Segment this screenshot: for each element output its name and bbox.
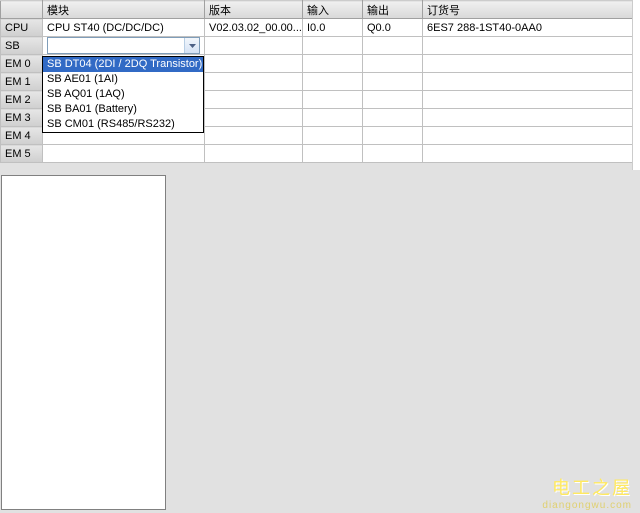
cell-input[interactable] (303, 55, 363, 73)
dropdown-option[interactable]: SB CM01 (RS485/RS232) (43, 117, 203, 132)
cell-input[interactable] (303, 73, 363, 91)
cell-input[interactable] (303, 91, 363, 109)
module-combobox[interactable] (47, 37, 200, 54)
row-header[interactable]: EM 2 (1, 91, 43, 109)
cell-version[interactable] (205, 37, 303, 55)
table-row[interactable]: CPUCPU ST40 (DC/DC/DC)V02.03.02_00.00...… (1, 19, 640, 37)
cell-version[interactable] (205, 109, 303, 127)
property-panel[interactable] (1, 175, 166, 510)
table-row[interactable]: EM 5 (1, 145, 640, 163)
row-header[interactable]: EM 1 (1, 73, 43, 91)
cell-output[interactable] (363, 145, 423, 163)
col-order[interactable]: 订货号 (423, 1, 640, 19)
cell-order[interactable]: 6ES7 288-1ST40-0AA0 (423, 19, 640, 37)
cell-input[interactable] (303, 127, 363, 145)
cell-input[interactable] (303, 145, 363, 163)
row-header[interactable]: EM 3 (1, 109, 43, 127)
cell-input[interactable] (303, 109, 363, 127)
cell-input[interactable]: I0.0 (303, 19, 363, 37)
cell-order[interactable] (423, 55, 640, 73)
col-output[interactable]: 输出 (363, 1, 423, 19)
cell-order[interactable] (423, 37, 640, 55)
module-dropdown-list[interactable]: SB DT04 (2DI / 2DQ Transistor)SB AE01 (1… (42, 56, 204, 133)
cell-order[interactable] (423, 91, 640, 109)
col-module[interactable]: 模块 (43, 1, 205, 19)
cell-version[interactable] (205, 91, 303, 109)
cell-version[interactable] (205, 73, 303, 91)
module-dropdown-cell[interactable] (43, 37, 205, 55)
col-input[interactable]: 输入 (303, 1, 363, 19)
row-header[interactable]: SB (1, 37, 43, 55)
chevron-down-icon[interactable] (184, 38, 199, 53)
table-row[interactable]: SB (1, 37, 640, 55)
dropdown-option[interactable]: SB DT04 (2DI / 2DQ Transistor) (43, 57, 203, 72)
col-version[interactable]: 版本 (205, 1, 303, 19)
cell-output[interactable] (363, 127, 423, 145)
cell-output[interactable] (363, 37, 423, 55)
cell-output[interactable] (363, 55, 423, 73)
row-header[interactable]: CPU (1, 19, 43, 37)
row-header[interactable]: EM 4 (1, 127, 43, 145)
cell-module[interactable]: CPU ST40 (DC/DC/DC) (43, 19, 205, 37)
right-scrollbar-gutter (632, 0, 640, 170)
cell-module[interactable] (43, 145, 205, 163)
cell-output[interactable] (363, 73, 423, 91)
dropdown-option[interactable]: SB BA01 (Battery) (43, 102, 203, 117)
watermark: 电工之屋 diangongwu.com (542, 474, 632, 511)
cell-order[interactable] (423, 127, 640, 145)
cell-version[interactable] (205, 55, 303, 73)
row-header[interactable]: EM 0 (1, 55, 43, 73)
cell-order[interactable] (423, 109, 640, 127)
cell-output[interactable] (363, 91, 423, 109)
cell-version[interactable] (205, 145, 303, 163)
cell-order[interactable] (423, 73, 640, 91)
dropdown-option[interactable]: SB AE01 (1AI) (43, 72, 203, 87)
cell-version[interactable]: V02.03.02_00.00... (205, 19, 303, 37)
corner-cell (1, 1, 43, 19)
dropdown-option[interactable]: SB AQ01 (1AQ) (43, 87, 203, 102)
watermark-url: diangongwu.com (542, 500, 632, 511)
cell-order[interactable] (423, 145, 640, 163)
cell-output[interactable] (363, 109, 423, 127)
cell-version[interactable] (205, 127, 303, 145)
cell-input[interactable] (303, 37, 363, 55)
module-combobox-text[interactable] (48, 38, 184, 53)
cell-output[interactable]: Q0.0 (363, 19, 423, 37)
watermark-title: 电工之屋 (542, 474, 632, 500)
row-header[interactable]: EM 5 (1, 145, 43, 163)
